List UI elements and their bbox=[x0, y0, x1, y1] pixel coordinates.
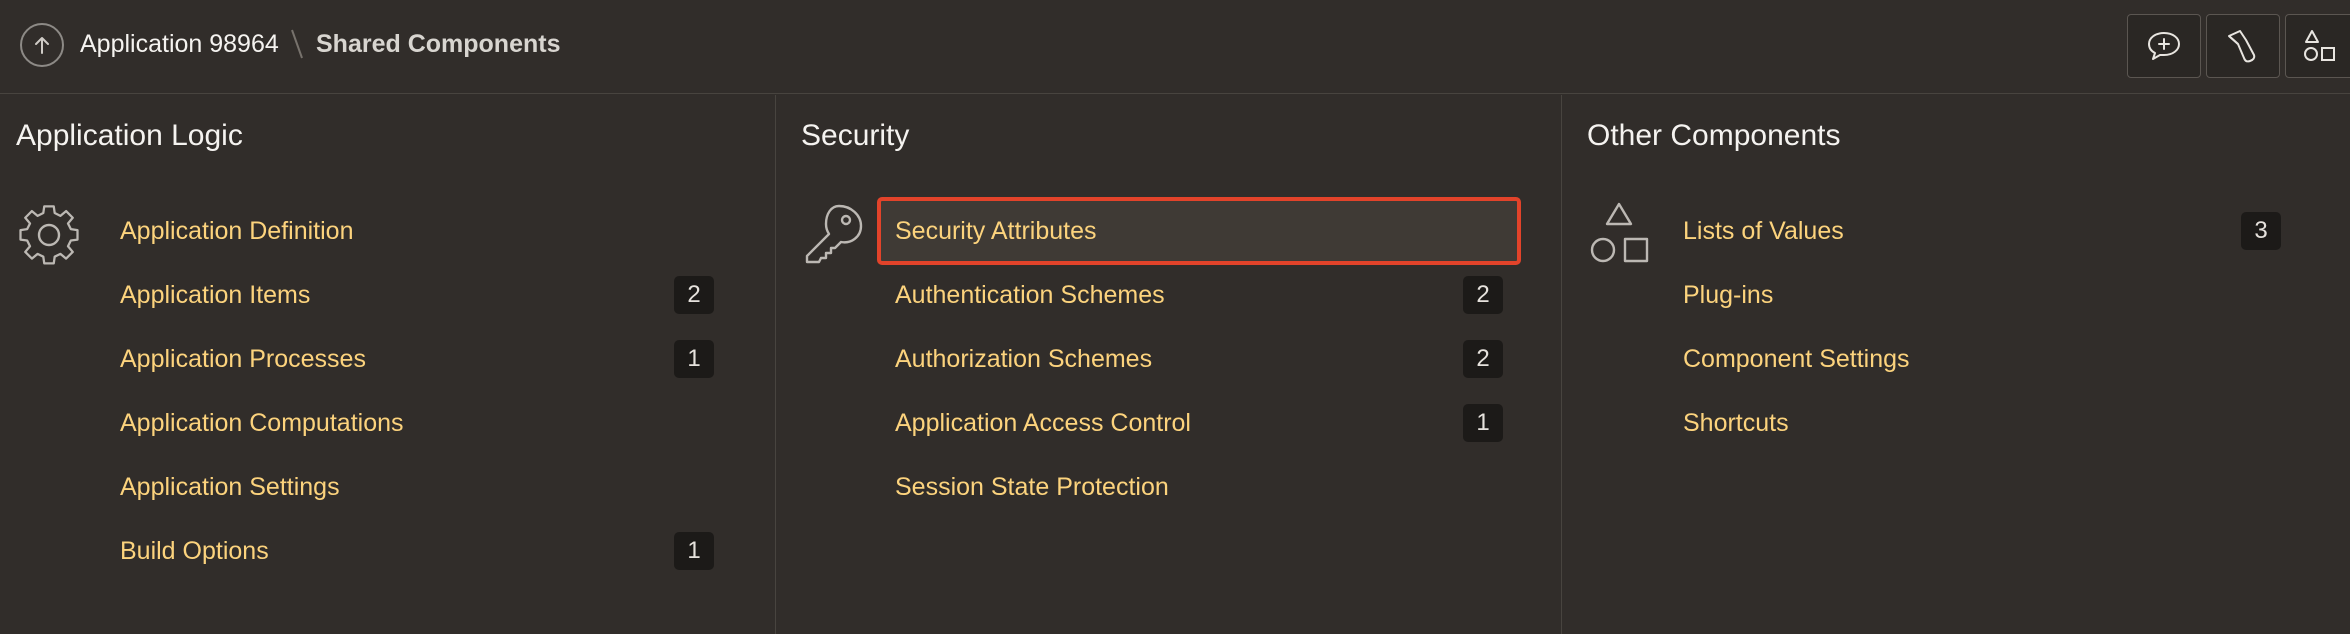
list-item-lists-of-values[interactable]: Lists of Values 3 bbox=[1667, 199, 2297, 263]
list-item-build-options[interactable]: Build Options 1 bbox=[104, 519, 730, 583]
item-label: Plug-ins bbox=[1683, 280, 1774, 309]
item-label: Build Options bbox=[120, 536, 269, 565]
item-label: Application Access Control bbox=[895, 408, 1191, 437]
count-badge: 1 bbox=[674, 532, 714, 570]
list-item-application-items[interactable]: Application Items 2 bbox=[104, 263, 730, 327]
feedback-button[interactable] bbox=[2127, 14, 2201, 78]
item-label: Application Settings bbox=[120, 472, 340, 501]
item-label: Authentication Schemes bbox=[895, 280, 1165, 309]
other-components-list: Lists of Values 3 Plug-ins Component Set… bbox=[1667, 199, 2297, 455]
list-item-application-settings[interactable]: Application Settings bbox=[104, 455, 730, 519]
application-logic-section: Application Logic Application Definition… bbox=[0, 95, 776, 634]
find-button[interactable] bbox=[2206, 14, 2280, 78]
list-item-component-settings[interactable]: Component Settings bbox=[1667, 327, 2297, 391]
item-label: Session State Protection bbox=[895, 472, 1169, 501]
count-badge: 2 bbox=[1463, 340, 1503, 378]
section-title: Security bbox=[801, 119, 910, 152]
list-item-security-attributes[interactable]: Security Attributes bbox=[877, 197, 1521, 265]
breadcrumb-separator bbox=[291, 29, 303, 59]
gear-icon bbox=[19, 205, 79, 265]
navigate-up-button[interactable] bbox=[20, 23, 64, 67]
chat-plus-icon bbox=[2148, 32, 2180, 60]
item-label: Application Computations bbox=[120, 408, 404, 437]
list-item-application-processes[interactable]: Application Processes 1 bbox=[104, 327, 730, 391]
list-item-authorization-schemes[interactable]: Authorization Schemes 2 bbox=[879, 327, 1519, 391]
item-label: Application Definition bbox=[120, 216, 354, 245]
flashlight-icon bbox=[2228, 30, 2256, 63]
breadcrumb-application[interactable]: Application 98964 bbox=[80, 30, 279, 59]
list-item-session-state-protection[interactable]: Session State Protection bbox=[879, 455, 1519, 519]
section-title: Other Components bbox=[1587, 119, 1841, 152]
shapes-icon bbox=[2304, 30, 2335, 61]
key-icon bbox=[805, 204, 863, 264]
security-list: Security Attributes Authentication Schem… bbox=[877, 197, 1521, 519]
arrow-up-icon bbox=[35, 37, 49, 54]
list-item-application-access-control[interactable]: Application Access Control 1 bbox=[879, 391, 1519, 455]
count-badge: 3 bbox=[2241, 212, 2281, 250]
item-label: Component Settings bbox=[1683, 344, 1910, 373]
application-logic-list: Application Definition Application Items… bbox=[104, 199, 730, 583]
item-label: Lists of Values bbox=[1683, 216, 1844, 245]
list-item-application-computations[interactable]: Application Computations bbox=[104, 391, 730, 455]
item-label: Shortcuts bbox=[1683, 408, 1789, 437]
item-label: Application Items bbox=[120, 280, 311, 309]
security-section: Security Security Attributes Authenticat… bbox=[777, 95, 1562, 634]
section-title: Application Logic bbox=[16, 119, 243, 152]
item-label: Authorization Schemes bbox=[895, 344, 1153, 373]
list-item-shortcuts[interactable]: Shortcuts bbox=[1667, 391, 2297, 455]
count-badge: 2 bbox=[674, 276, 714, 314]
list-item-authentication-schemes[interactable]: Authentication Schemes 2 bbox=[879, 263, 1519, 327]
shapes-icon bbox=[1590, 202, 1649, 263]
shared-components-button[interactable] bbox=[2285, 14, 2350, 78]
count-badge: 1 bbox=[674, 340, 714, 378]
top-bar: Application 98964 Shared Components bbox=[0, 0, 2350, 94]
list-item-plug-ins[interactable]: Plug-ins bbox=[1667, 263, 2297, 327]
count-badge: 1 bbox=[1463, 404, 1503, 442]
breadcrumb-current-page: Shared Components bbox=[316, 30, 561, 58]
other-components-section: Other Components Lists of Values 3 Plug-… bbox=[1563, 95, 2350, 634]
item-label: Security Attributes bbox=[895, 216, 1097, 245]
count-badge: 2 bbox=[1463, 276, 1503, 314]
item-label: Application Processes bbox=[120, 344, 366, 373]
list-item-application-definition[interactable]: Application Definition bbox=[104, 199, 730, 263]
